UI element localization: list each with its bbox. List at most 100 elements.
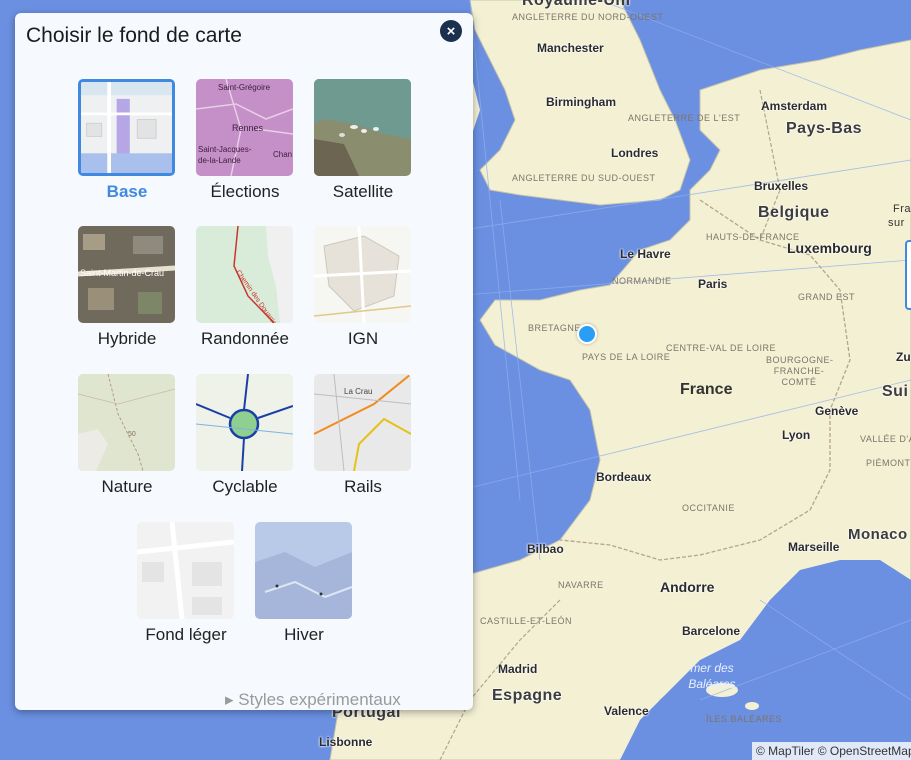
basemap-thumbnail bbox=[196, 374, 293, 471]
basemap-tile-base[interactable]: Base bbox=[78, 79, 176, 202]
country-label: Pays-Bas bbox=[786, 120, 863, 137]
country-label: Andorre bbox=[660, 579, 715, 595]
region-label: Fra bbox=[893, 203, 911, 215]
winter-map-thumb bbox=[255, 522, 352, 619]
region-label: ANGLETERRE DU NORD-OUEST bbox=[512, 12, 664, 22]
thumb-text: Saint-Jacques- bbox=[198, 145, 252, 154]
tile-label: Cyclable bbox=[212, 477, 278, 496]
region-label: sur bbox=[888, 217, 905, 229]
light-map-thumb bbox=[137, 522, 234, 619]
experimental-styles-toggle[interactable]: ▸ Styles expérimentaux bbox=[225, 690, 401, 710]
region-label: VALLÉE D'AOSTE bbox=[860, 434, 911, 444]
thumb-text: Rennes bbox=[232, 123, 264, 133]
basemap-tile-cyclable[interactable]: Cyclable bbox=[196, 374, 294, 497]
city-label: Le Havre bbox=[620, 247, 671, 261]
region-label: GRAND EST bbox=[798, 292, 856, 302]
thumb-text: de-la-Lande bbox=[198, 156, 241, 165]
city-label: Londres bbox=[611, 146, 659, 160]
basemap-thumbnail bbox=[314, 226, 411, 323]
region-label: NORMANDIE bbox=[612, 276, 672, 286]
tile-label: Satellite bbox=[332, 182, 394, 201]
hybrid-map-thumb: Saint-Martin-de-Crau bbox=[78, 226, 175, 323]
basemap-tile-ign[interactable]: IGN bbox=[314, 226, 412, 349]
city-label: Amsterdam bbox=[761, 99, 828, 113]
side-panel-handle[interactable] bbox=[905, 240, 911, 310]
region-label: BOURGOGNE-FRANCHE-COMTÉ bbox=[766, 355, 834, 387]
panel-title: Choisir le fond de carte bbox=[26, 24, 242, 47]
ign-map-thumb bbox=[314, 226, 411, 323]
city-label: Lisbonne bbox=[319, 735, 373, 749]
city-label: Manchester bbox=[537, 41, 604, 55]
tile-label: Élections bbox=[210, 182, 280, 201]
country-label: Espagne bbox=[492, 687, 563, 704]
tile-label: IGN bbox=[347, 329, 379, 348]
close-icon: × bbox=[446, 22, 456, 40]
basemap-thumbnail bbox=[137, 522, 234, 619]
city-label: Valence bbox=[604, 704, 649, 718]
city-label: Luxembourg bbox=[787, 240, 872, 256]
basemap-tile-rails[interactable]: La Crau Rails bbox=[314, 374, 412, 497]
tile-label: Base bbox=[106, 182, 148, 201]
thumb-text: La Crau bbox=[344, 387, 372, 396]
basemap-tile-satellite[interactable]: Satellite bbox=[314, 79, 412, 202]
base-map-thumb bbox=[81, 82, 172, 173]
country-label: Sui bbox=[882, 383, 909, 400]
region-label: CENTRE-VAL DE LOIRE bbox=[666, 343, 777, 353]
city-label: Birmingham bbox=[546, 95, 617, 109]
basemap-tile-hybride[interactable]: Saint-Martin-de-Crau Hybride bbox=[78, 226, 176, 349]
thumb-text: Chan bbox=[273, 150, 292, 159]
basemap-thumbnail: La Crau bbox=[314, 374, 411, 471]
basemap-tile-nature[interactable]: 50 Nature bbox=[78, 374, 176, 497]
region-label: ANGLETERRE DE L'EST bbox=[628, 113, 741, 123]
current-location-marker[interactable] bbox=[577, 324, 597, 344]
country-label: Royaume-Uni bbox=[522, 0, 631, 9]
region-label: OCCITANIE bbox=[682, 503, 735, 513]
city-label: Madrid bbox=[498, 662, 538, 676]
basemap-thumbnail bbox=[255, 522, 352, 619]
elections-map-thumb: Saint-Grégoire Rennes Saint-Jacques- de-… bbox=[196, 79, 293, 176]
region-label: BRETAGNE bbox=[528, 323, 581, 333]
basemap-tile-hiver[interactable]: Hiver bbox=[255, 522, 353, 645]
city-label: Bilbao bbox=[527, 542, 564, 556]
tile-label: Rails bbox=[344, 477, 382, 496]
basemap-tile-randonnee[interactable]: Chemin des Douaniers Randonnée bbox=[196, 226, 294, 349]
hiking-map-thumb: Chemin des Douaniers bbox=[196, 226, 293, 323]
region-label: CASTILLE-ET-LEÓN bbox=[480, 616, 573, 626]
region-label: PIÉMONT bbox=[866, 458, 911, 468]
city-label: Bruxelles bbox=[754, 179, 809, 193]
basemap-thumbnail bbox=[78, 79, 175, 176]
basemap-thumbnail bbox=[314, 79, 411, 176]
city-label: Zu bbox=[896, 350, 911, 364]
city-label: Lyon bbox=[782, 428, 811, 442]
tile-label: Hybride bbox=[97, 329, 157, 348]
basemap-tile-elections[interactable]: Saint-Grégoire Rennes Saint-Jacques- de-… bbox=[196, 79, 294, 202]
basemap-thumbnail: Chemin des Douaniers bbox=[196, 226, 293, 323]
region-label: PAYS DE LA LOIRE bbox=[582, 352, 671, 362]
sea-label: mer des Baléares bbox=[688, 661, 736, 691]
basemap-chooser-panel: Choisir le fond de carte × Base Saint-Gr… bbox=[15, 13, 473, 710]
basemap-tile-fond-leger[interactable]: Fond léger bbox=[137, 522, 235, 645]
region-label: ÎLES BALÉARES bbox=[706, 714, 783, 724]
satellite-map-thumb bbox=[314, 79, 411, 176]
tile-label: Hiver bbox=[284, 625, 324, 644]
map-attribution[interactable]: © MapTiler © OpenStreetMap bbox=[752, 742, 911, 760]
basemap-thumbnail: Saint-Grégoire Rennes Saint-Jacques- de-… bbox=[196, 79, 293, 176]
region-label: NAVARRE bbox=[558, 580, 604, 590]
city-label: Paris bbox=[698, 277, 728, 291]
country-label: Belgique bbox=[758, 204, 830, 221]
cycle-map-thumb bbox=[196, 374, 293, 471]
thumb-text: Saint-Martin-de-Crau bbox=[80, 268, 164, 278]
tile-label: Randonnée bbox=[201, 329, 289, 348]
thumb-text: 50 bbox=[128, 431, 136, 438]
city-label: Bordeaux bbox=[596, 470, 652, 484]
close-button[interactable]: × bbox=[440, 20, 462, 42]
basemap-thumbnail: Saint-Martin-de-Crau bbox=[78, 226, 175, 323]
city-label: Barcelone bbox=[682, 624, 741, 638]
thumb-text: Saint-Grégoire bbox=[218, 83, 271, 92]
country-label: France bbox=[680, 381, 733, 398]
city-label: Marseille bbox=[788, 540, 840, 554]
tile-label: Nature bbox=[101, 477, 153, 496]
nature-map-thumb: 50 bbox=[78, 374, 175, 471]
region-label: HAUTS-DE-FRANCE bbox=[706, 232, 800, 242]
rails-map-thumb: La Crau bbox=[314, 374, 411, 471]
